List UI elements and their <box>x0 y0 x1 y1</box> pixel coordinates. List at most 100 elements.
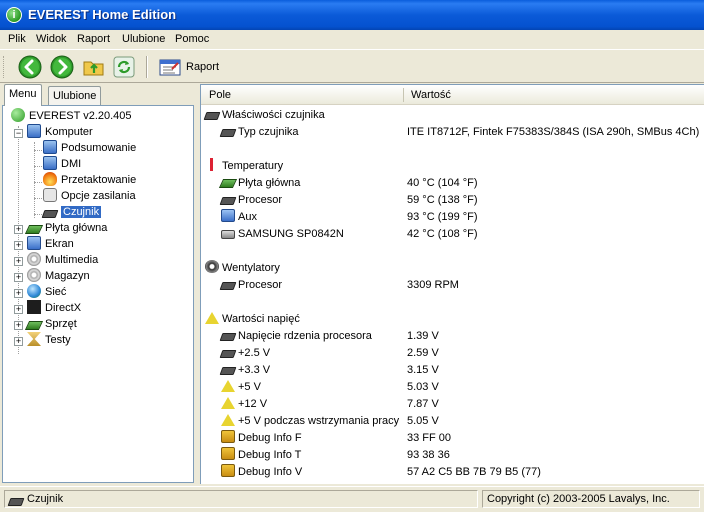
table-row[interactable]: Procesor <box>219 277 282 294</box>
directx-icon <box>27 300 41 314</box>
row-value: 93 38 36 <box>407 449 450 461</box>
row-value: 1.39 V <box>407 330 439 342</box>
table-row[interactable]: Debug Info F <box>221 430 302 447</box>
table-row[interactable]: +5 V <box>221 379 261 396</box>
tree-item-computer[interactable]: Komputer <box>27 124 93 140</box>
tree-item-benchmarks[interactable]: Testy <box>27 332 71 348</box>
row-value: 3.15 V <box>407 364 439 376</box>
table-row[interactable]: Procesor <box>219 192 282 209</box>
motherboard-icon <box>24 225 44 234</box>
report-button[interactable]: Raport <box>186 61 219 73</box>
sensor-chip-icon <box>7 498 25 506</box>
tree-item-sensor[interactable]: Czujnik <box>41 204 102 220</box>
expand-toggle[interactable]: + <box>14 289 23 298</box>
sensor-chip-icon <box>219 129 237 137</box>
table-row[interactable]: +3.3 V <box>219 362 270 379</box>
row-value: 5.03 V <box>407 381 439 393</box>
row-value: 2.59 V <box>407 347 439 359</box>
forward-arrow-icon[interactable] <box>50 55 74 79</box>
folder-up-icon[interactable] <box>82 55 106 79</box>
column-value[interactable]: Wartość <box>411 89 451 101</box>
tree-item-motherboard[interactable]: Płyta główna <box>24 220 107 236</box>
table-row[interactable]: Napięcie rdzenia procesora <box>219 328 372 345</box>
motherboard-icon <box>218 179 238 188</box>
column-divider[interactable] <box>403 88 404 102</box>
table-row[interactable]: SAMSUNG SP0842N <box>221 226 344 243</box>
expand-toggle[interactable]: + <box>14 321 23 330</box>
tree-item-root[interactable]: EVEREST v2.20.405 <box>11 108 132 124</box>
table-row[interactable]: +5 V podczas wstrzymania pracy <box>221 413 399 430</box>
tree-item-network[interactable]: Sieć <box>27 284 66 300</box>
row-value: 7.87 V <box>407 398 439 410</box>
table-row[interactable]: Debug Info V <box>221 464 302 481</box>
row-value: 42 °C (108 °F) <box>407 228 478 240</box>
expand-toggle[interactable]: + <box>14 257 23 266</box>
table-row[interactable]: +12 V <box>221 396 267 413</box>
debug-lock-icon <box>221 447 235 460</box>
tree-item-devices[interactable]: Sprzęt <box>24 316 77 332</box>
refresh-icon[interactable] <box>112 55 136 79</box>
tree-item-dmi[interactable]: DMI <box>43 156 81 172</box>
voltage-warning-icon <box>221 414 235 426</box>
menu-view[interactable]: Widok <box>36 33 67 45</box>
tree-item-display[interactable]: Ekran <box>27 236 74 252</box>
disk-icon <box>27 268 41 282</box>
expand-toggle[interactable]: + <box>14 273 23 282</box>
tree-item-storage[interactable]: Magazyn <box>27 268 90 284</box>
section-header-temperatures: Temperatury <box>205 158 283 175</box>
voltage-warning-icon <box>221 397 235 409</box>
tab-menu[interactable]: Menu <box>4 84 42 106</box>
flame-icon <box>43 172 57 186</box>
table-row[interactable]: +2.5 V <box>219 345 270 362</box>
status-current-page: Czujnik <box>4 490 478 508</box>
aux-icon <box>221 209 235 222</box>
window-title: EVEREST Home Edition <box>28 7 177 22</box>
tree-item-multimedia[interactable]: Multimedia <box>27 252 98 268</box>
report-icon[interactable] <box>158 55 182 79</box>
section-header-voltages: Wartości napięć <box>205 311 300 328</box>
menu-favorites[interactable]: Ulubione <box>122 33 165 45</box>
expand-toggle[interactable]: + <box>14 241 23 250</box>
expand-toggle[interactable]: + <box>14 225 23 234</box>
thermometer-icon <box>205 158 219 171</box>
table-row[interactable]: Debug Info T <box>221 447 301 464</box>
tree-item-overclock[interactable]: Przetaktowanie <box>43 172 136 188</box>
expand-toggle[interactable]: + <box>14 305 23 314</box>
back-arrow-icon[interactable] <box>18 55 42 79</box>
row-value: 40 °C (104 °F) <box>407 177 478 189</box>
navigation-panel: Menu Ulubione EVEREST v2.20.405 − Komput… <box>0 84 196 484</box>
computer-icon <box>43 140 57 154</box>
table-row[interactable]: Płyta główna <box>218 175 300 192</box>
app-info-icon[interactable]: i <box>6 7 22 23</box>
column-header: Pole Wartość <box>201 85 704 105</box>
hard-drive-icon <box>221 230 235 239</box>
row-value: 57 A2 C5 BB 7B 79 B5 (77) <box>407 466 541 478</box>
devices-icon <box>24 321 44 330</box>
voltage-warning-icon <box>221 380 235 392</box>
tab-favorites[interactable]: Ulubione <box>48 86 102 105</box>
row-value: ITE IT8712F, Fintek F75383S/384S (ISA 29… <box>407 126 700 138</box>
navigation-tree[interactable]: EVEREST v2.20.405 − Komputer Podsumowani… <box>2 105 194 483</box>
power-plug-icon <box>43 188 57 202</box>
computer-icon <box>27 124 41 138</box>
cpu-icon <box>219 197 237 205</box>
hourglass-icon <box>27 332 41 346</box>
tree-connector <box>34 182 42 183</box>
tree-item-summary[interactable]: Podsumowanie <box>43 140 136 156</box>
speaker-icon <box>27 252 41 266</box>
menu-help[interactable]: Pomoc <box>175 33 209 45</box>
column-field[interactable]: Pole <box>209 89 231 101</box>
menu-file[interactable]: Plik <box>8 33 26 45</box>
tree-item-power-options[interactable]: Opcje zasilania <box>43 188 136 204</box>
expand-toggle[interactable]: + <box>14 337 23 346</box>
table-row[interactable]: Aux <box>221 209 257 226</box>
details-panel: Pole Wartość Właściwości czujnika Typ cz… <box>200 84 704 484</box>
status-bar: Czujnik Copyright (c) 2003-2005 Lavalys,… <box>0 486 704 512</box>
toolbar: Raport <box>0 51 704 83</box>
menu-report[interactable]: Raport <box>77 33 110 45</box>
table-row[interactable]: Typ czujnika <box>219 124 299 141</box>
toolbar-grip[interactable] <box>3 56 6 78</box>
tree-item-directx[interactable]: DirectX <box>27 300 81 316</box>
collapse-toggle[interactable]: − <box>14 129 23 138</box>
tree-connector <box>34 214 42 215</box>
